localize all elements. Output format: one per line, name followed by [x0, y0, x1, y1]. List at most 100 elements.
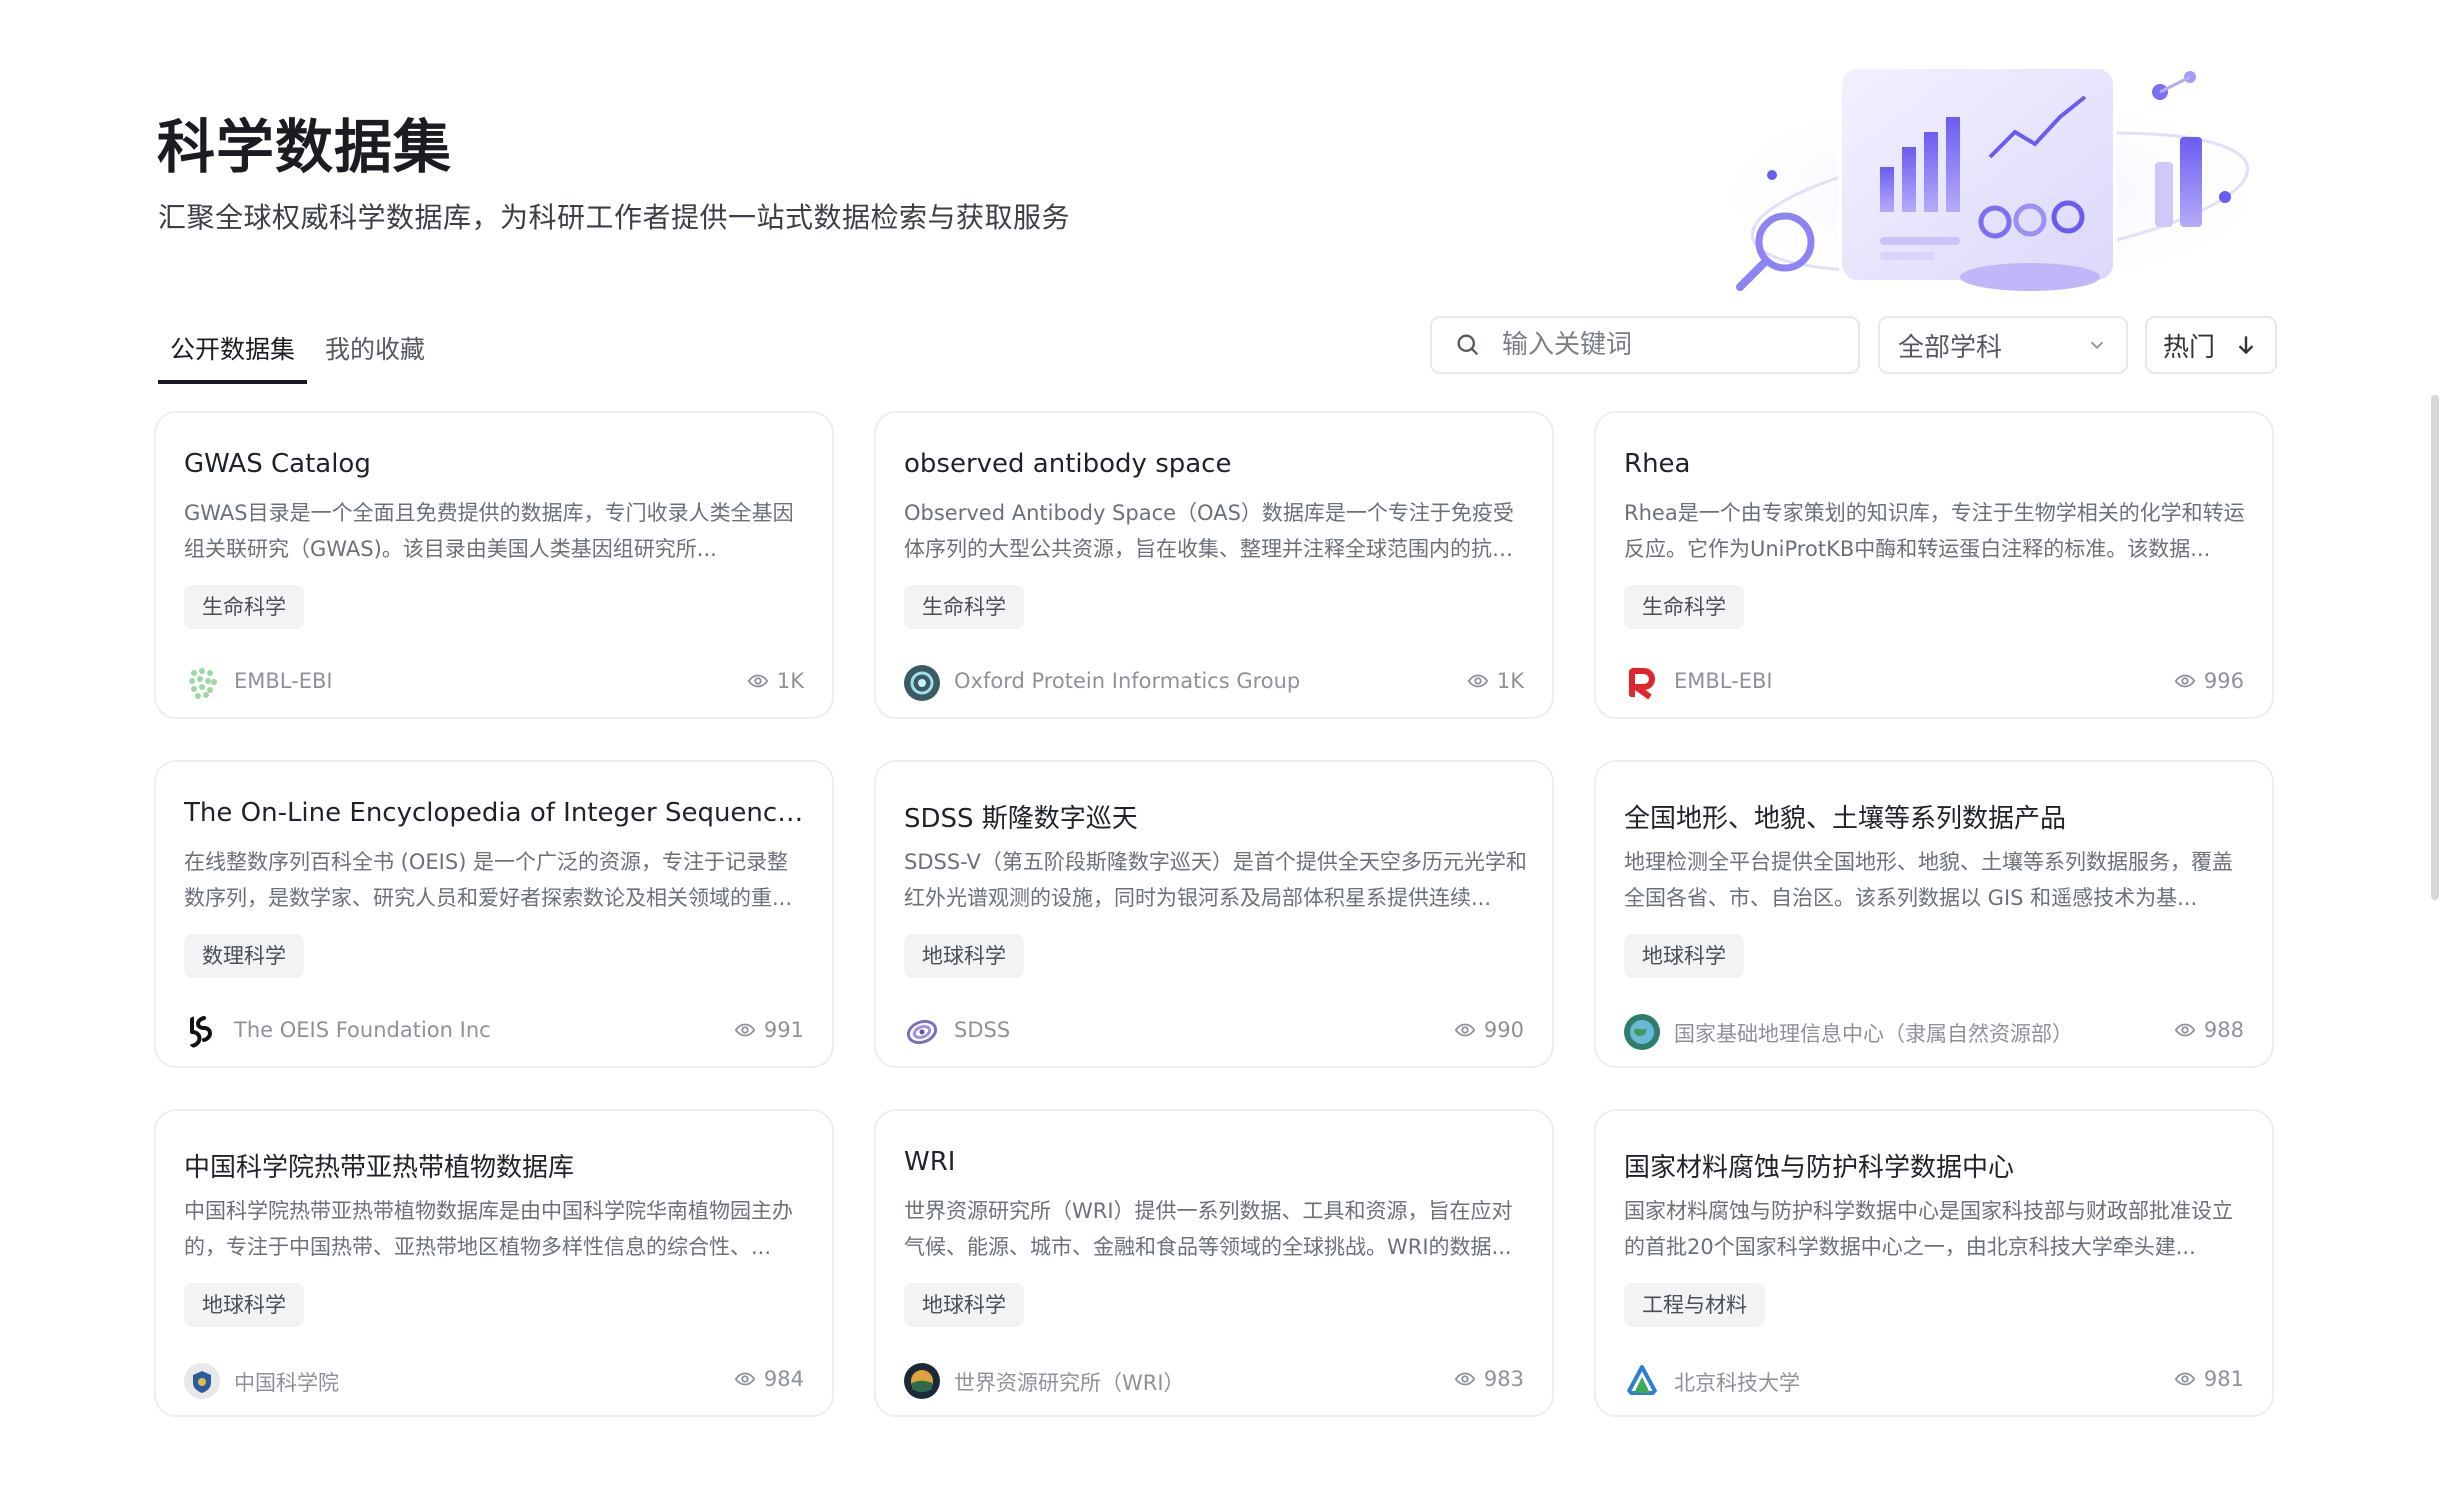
ustb-logo: [1624, 1363, 1660, 1399]
view-count-value: 991: [763, 1018, 804, 1042]
subject-filter-value: 全部学科: [1898, 332, 2003, 363]
page-subtitle: 汇聚全球权威科学数据库，为科研工作者提供一站式数据检索与获取服务: [158, 201, 1071, 234]
card-description: Rhea是一个由专家策划的知识库，专注于生物学相关的化学和转运反应。它作为Uni…: [1624, 501, 2245, 561]
sort-label: 热门: [2162, 332, 2215, 363]
view-count: 988: [2174, 1018, 2244, 1042]
org-name: 世界资源研究所（WRI）: [954, 1371, 1185, 1395]
cas-logo: [184, 1363, 220, 1399]
card-footer: Oxford Protein Informatics Group 1K: [904, 665, 1524, 701]
page-title: 科学数据集: [157, 113, 453, 181]
subject-tag: 地球科学: [904, 1283, 1024, 1327]
eye-icon: [1454, 1023, 1476, 1037]
subject-tag: 地球科学: [904, 934, 1024, 978]
subject-tag: 数理科学: [184, 934, 304, 978]
card-title[interactable]: 国家材料腐蚀与防护科学数据中心: [1624, 1147, 2244, 1184]
rhea-logo: [1624, 665, 1660, 701]
subject-tag: 生命科学: [1624, 585, 1744, 629]
eye-icon: [734, 1023, 756, 1037]
opig-logo: [904, 665, 940, 701]
dataset-card[interactable]: The On-Line Encyclopedia of Integer Sequ…: [154, 760, 834, 1068]
tab-my-favorites[interactable]: 我的收藏: [313, 326, 437, 384]
view-count-value: 981: [2203, 1367, 2244, 1391]
dataset-tabs: 公开数据集 我的收藏: [158, 326, 437, 384]
eye-icon: [1454, 1372, 1476, 1386]
sort-button[interactable]: 热门: [2145, 316, 2277, 374]
eye-icon: [747, 674, 769, 688]
card-title[interactable]: GWAS Catalog: [184, 449, 804, 479]
card-title[interactable]: Rhea: [1624, 449, 2244, 479]
card-footer: 北京科技大学 981: [1624, 1363, 2244, 1399]
subject-tag: 生命科学: [904, 585, 1024, 629]
view-count: 991: [734, 1018, 804, 1042]
org-name: EMBL-EBI: [1674, 669, 1773, 693]
card-title[interactable]: observed antibody space: [904, 449, 1524, 479]
card-footer: 国家基础地理信息中心（隶属自然资源部） 988: [1624, 1014, 2244, 1050]
card-footer: EMBL-EBI 1K: [184, 665, 804, 701]
view-count: 1K: [747, 669, 804, 693]
scrollbar-thumb[interactable]: [2431, 395, 2439, 900]
view-count: 990: [1454, 1018, 1524, 1042]
oeis-logo: [184, 1014, 220, 1050]
subject-tag: 地球科学: [184, 1283, 304, 1327]
eye-icon: [734, 1372, 756, 1386]
card-title[interactable]: SDSS 斯隆数字巡天: [904, 798, 1524, 835]
dataset-card[interactable]: GWAS Catalog GWAS目录是一个全面且免费提供的数据库，专门收录人类…: [154, 411, 834, 719]
card-title[interactable]: WRI: [904, 1147, 1524, 1177]
view-count-value: 990: [1483, 1018, 1524, 1042]
sdss-logo: [904, 1014, 940, 1050]
search-box[interactable]: [1430, 316, 1860, 374]
view-count-value: 996: [2203, 669, 2244, 693]
org-name: SDSS: [954, 1018, 1011, 1042]
card-footer: The OEIS Foundation Inc 991: [184, 1014, 804, 1050]
subject-tag: 工程与材料: [1624, 1283, 1765, 1327]
org-name: 国家基础地理信息中心（隶属自然资源部）: [1674, 1022, 2073, 1046]
dataset-card[interactable]: observed antibody space Observed Antibod…: [874, 411, 1554, 719]
card-description: GWAS目录是一个全面且免费提供的数据库，专门收录人类全基因组关联研究（GWAS…: [184, 501, 794, 561]
page: 科学数据集 汇聚全球权威科学数据库，为科研工作者提供一站式数据检索与获取服务 公…: [0, 0, 2441, 1511]
view-count-value: 1K: [776, 669, 804, 693]
view-count: 981: [2174, 1367, 2244, 1391]
eye-icon: [2174, 1372, 2196, 1386]
subject-tag: 地球科学: [1624, 934, 1744, 978]
subject-filter-select[interactable]: 全部学科: [1878, 316, 2128, 374]
card-description: 中国科学院热带亚热带植物数据库是由中国科学院华南植物园主办的，专注于中国热带、亚…: [184, 1199, 793, 1259]
card-title[interactable]: 全国地形、地貌、土壤等系列数据产品: [1624, 798, 2244, 835]
card-footer: 中国科学院 984: [184, 1363, 804, 1399]
chevron-down-icon: [2090, 341, 2104, 350]
view-count: 983: [1454, 1367, 1524, 1391]
org-name: Oxford Protein Informatics Group: [954, 669, 1301, 693]
view-count: 984: [734, 1367, 804, 1391]
page-scrollbar[interactable]: [2429, 0, 2441, 1511]
dataset-card[interactable]: SDSS 斯隆数字巡天 SDSS-V（第五阶段斯隆数字巡天）是首个提供全天空多历…: [874, 760, 1554, 1068]
org-name: 北京科技大学: [1674, 1371, 1800, 1395]
view-count-value: 988: [2203, 1018, 2244, 1042]
card-description: SDSS-V（第五阶段斯隆数字巡天）是首个提供全天空多历元光学和红外光谱观测的设…: [904, 850, 1527, 910]
card-footer: EMBL-EBI 996: [1624, 665, 2244, 701]
dataset-card[interactable]: 国家材料腐蚀与防护科学数据中心 国家材料腐蚀与防护科学数据中心是国家科技部与财政…: [1594, 1109, 2274, 1417]
view-count: 1K: [1467, 669, 1524, 693]
card-description: 国家材料腐蚀与防护科学数据中心是国家科技部与财政部批准设立的首批20个国家科学数…: [1624, 1199, 2233, 1259]
card-footer: 世界资源研究所（WRI） 983: [904, 1363, 1524, 1399]
dataset-card[interactable]: 中国科学院热带亚热带植物数据库 中国科学院热带亚热带植物数据库是由中国科学院华南…: [154, 1109, 834, 1417]
dataset-card[interactable]: WRI 世界资源研究所（WRI）提供一系列数据、工具和资源，旨在应对气候、能源、…: [874, 1109, 1554, 1417]
view-count-value: 1K: [1496, 669, 1524, 693]
view-count: 996: [2174, 669, 2244, 693]
dataset-card[interactable]: Rhea Rhea是一个由专家策划的知识库，专注于生物学相关的化学和转运反应。它…: [1594, 411, 2274, 719]
subject-tag: 生命科学: [184, 585, 304, 629]
eye-icon: [2174, 674, 2196, 688]
org-name: EMBL-EBI: [234, 669, 333, 693]
view-count-value: 983: [1483, 1367, 1524, 1391]
card-title[interactable]: The On-Line Encyclopedia of Integer Sequ…: [184, 798, 804, 828]
dataset-card[interactable]: 全国地形、地貌、土壤等系列数据产品 地理检测全平台提供全国地形、地貌、土壤等系列…: [1594, 760, 2274, 1068]
org-name: The OEIS Foundation Inc: [234, 1018, 491, 1042]
eye-icon: [1467, 674, 1489, 688]
eye-icon: [2174, 1023, 2196, 1037]
card-title[interactable]: 中国科学院热带亚热带植物数据库: [184, 1147, 804, 1184]
view-count-value: 984: [763, 1367, 804, 1391]
hero-illustration: [1690, 65, 2280, 292]
tab-public-datasets[interactable]: 公开数据集: [158, 326, 308, 384]
embl-dots-logo: [184, 665, 220, 701]
card-footer: SDSS 990: [904, 1014, 1524, 1050]
card-description: 世界资源研究所（WRI）提供一系列数据、工具和资源，旨在应对气候、能源、城市、金…: [904, 1199, 1513, 1259]
search-input[interactable]: [1502, 330, 1842, 360]
